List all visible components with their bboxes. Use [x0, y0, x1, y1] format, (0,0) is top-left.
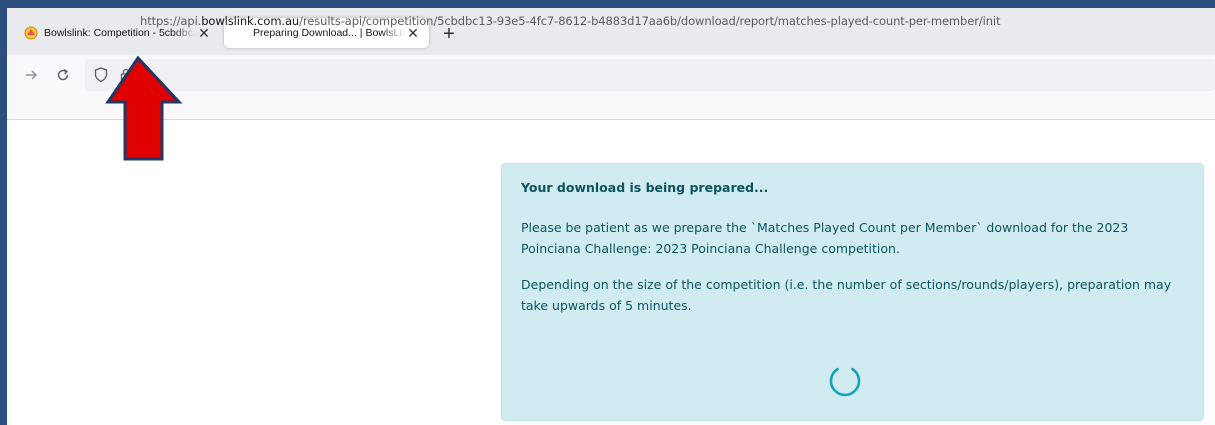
- window-frame-left: [0, 0, 7, 425]
- download-preparing-alert: Your download is being prepared... Pleas…: [501, 163, 1204, 421]
- loading-spinner-icon: [829, 367, 861, 397]
- bowlslink-logo-icon: [23, 25, 39, 41]
- annotation-arrow-icon: [105, 55, 183, 161]
- alert-paragraph-patience: Please be patient as we prepare the `Mat…: [521, 220, 1129, 256]
- url-text[interactable]: https://api.bowlslink.com.au/results-api…: [140, 14, 1000, 28]
- url-prefix: https://api.: [140, 14, 202, 28]
- url-path: /results-api/competition/5cbdbc13-93e5-4…: [299, 14, 1001, 28]
- alert-heading: Your download is being prepared...: [521, 180, 769, 195]
- url-domain: bowlslink.com.au: [201, 14, 300, 28]
- toolbar-strip: [7, 95, 1215, 120]
- window-frame-top: [0, 0, 1215, 8]
- navigation-bar: [7, 55, 1215, 95]
- alert-paragraph-duration: Depending on the size of the competition…: [521, 277, 1172, 313]
- tab-title: Preparing Download... | BowlsLink: [253, 27, 405, 39]
- forward-icon[interactable]: [21, 65, 41, 85]
- tab-title: Bowlslink: Competition - 5cbdbc13: [44, 27, 196, 39]
- new-tab-button[interactable]: +: [439, 24, 459, 45]
- url-bar[interactable]: [85, 59, 1215, 91]
- reload-icon[interactable]: [53, 65, 73, 85]
